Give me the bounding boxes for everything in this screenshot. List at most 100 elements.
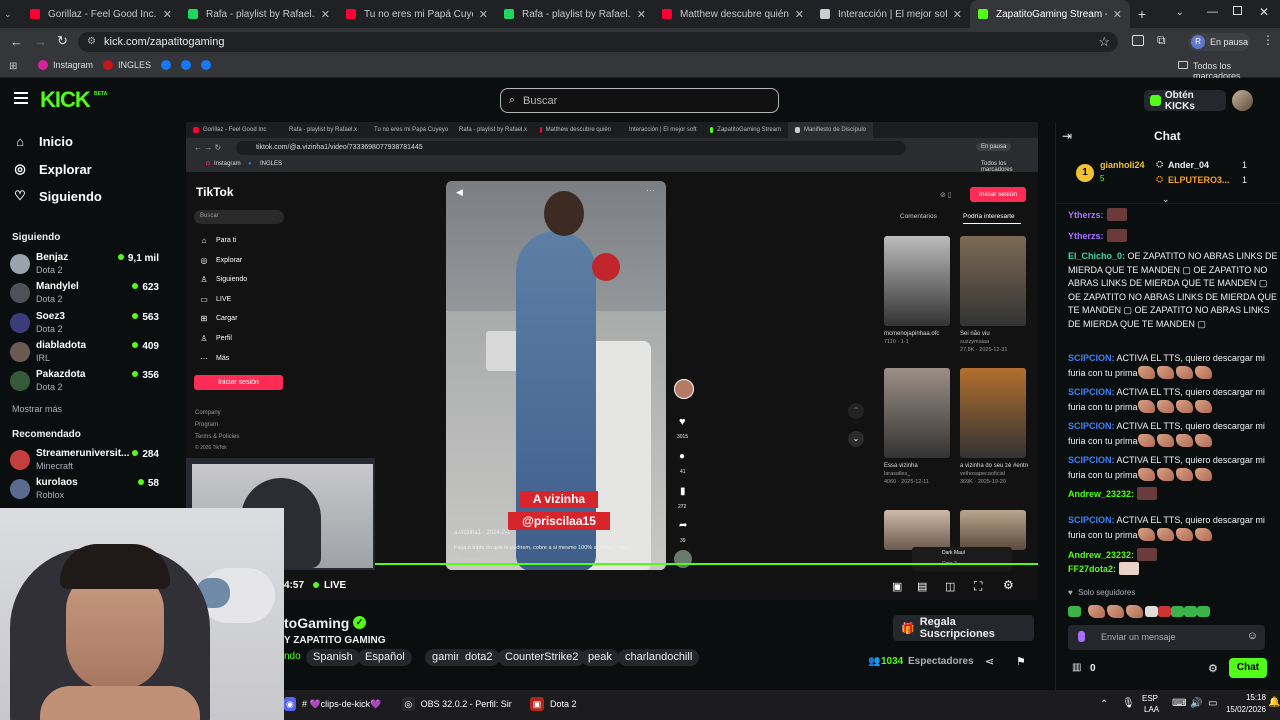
new-tab-plus-icon[interactable]: + <box>1130 6 1154 22</box>
sidebar-channel[interactable]: kurolaos Roblox 58 <box>10 477 159 505</box>
theater-mode-icon[interactable]: ▣ <box>892 580 902 593</box>
emote-icon[interactable] <box>1171 606 1184 617</box>
stream-tag[interactable]: Español <box>358 649 412 666</box>
tab-close-icon[interactable]: ✕ <box>953 8 962 21</box>
show-more-link[interactable]: Mostrar más <box>12 404 62 414</box>
clock-time[interactable]: 15:18 <box>1220 693 1266 702</box>
kick-logo[interactable]: KICK <box>40 87 91 113</box>
sidebar-channel[interactable]: Mandylel Dota 2 623 <box>10 281 159 309</box>
browser-tab[interactable]: Matthew descubre quién tenía ✕ <box>654 0 812 28</box>
tray-chevron-icon[interactable]: ⌃ <box>1100 699 1108 710</box>
browser-tab[interactable]: Interacción | El mejor software ✕ <box>812 0 970 28</box>
reload-icon[interactable]: ↻ <box>57 33 68 49</box>
report-icon[interactable]: ⚑ <box>1016 655 1026 668</box>
back-arrow-icon[interactable]: ← <box>10 34 23 49</box>
sidebar-channel[interactable]: Pakazdota Dota 2 356 <box>10 369 159 397</box>
browser-tab[interactable]: Rafa - playlist by Rafael.xared | Spotif… <box>180 0 338 28</box>
sidebar-channel[interactable]: diabladota IRL 409 <box>10 340 159 368</box>
sidebar-nav-explorar[interactable]: ◎ Explorar <box>12 161 91 177</box>
chat-username[interactable]: SCIPCION: <box>1068 515 1115 525</box>
tab-close-icon[interactable]: ✕ <box>637 8 646 21</box>
emote-icon[interactable] <box>1184 606 1197 617</box>
sidebar-channel[interactable]: Streameruniversit... Minecraft 284 <box>10 448 159 476</box>
sidebar-channel[interactable]: Soez3 Dota 2 563 <box>10 311 159 339</box>
chat-settings-icon[interactable]: ⚙ <box>1208 662 1218 675</box>
network-icon[interactable]: ⌨ <box>1172 698 1186 709</box>
stream-tag[interactable]: Spanish <box>306 649 360 666</box>
sidebar-channel[interactable]: Benjaz Dota 2 9,1 mil <box>10 252 159 280</box>
taskbar-app[interactable]: ▣ Dota 2 <box>530 697 577 711</box>
extensions-puzzle-icon[interactable]: ⧉ <box>1157 33 1166 48</box>
tab-list-chevron-icon[interactable]: ⌄ <box>1176 7 1184 18</box>
keyboard-language[interactable]: ESP <box>1142 694 1158 704</box>
apps-grid-icon[interactable]: ⊞ <box>9 61 17 72</box>
emote-icon[interactable] <box>1158 606 1171 617</box>
browser-tab[interactable]: Gorillaz - Feel Good Inc. - YouTube ✕ <box>22 0 180 28</box>
chat-send-button[interactable]: Chat <box>1229 658 1267 678</box>
clock-date[interactable]: 15/02/2026 <box>1210 705 1266 714</box>
taskbar-app[interactable]: ◉ # 💜clips-de-kick💜 | za <box>284 697 384 711</box>
settings-gear-icon[interactable]: ⚙ <box>1003 578 1014 592</box>
browser-tab[interactable]: Rafa - playlist by Rafael.xared | Spotif… <box>496 0 654 28</box>
forward-arrow-icon[interactable]: → <box>34 34 47 49</box>
collapse-chat-icon[interactable]: ⇥ <box>1062 129 1072 143</box>
profile-paused-chip[interactable]: R En pausa <box>1188 33 1250 51</box>
taskbar-app[interactable]: ◎ OBS 32.0.2 - Perfil: Sin T <box>402 697 512 711</box>
emote-icon[interactable] <box>1107 605 1124 618</box>
share-icon[interactable]: ⋖ <box>985 655 994 668</box>
chat-username[interactable]: Andrew_23232: <box>1068 489 1134 499</box>
chat-input[interactable]: Enviar un mensaje ☺ <box>1068 625 1265 650</box>
points-icon[interactable]: ▥ <box>1072 662 1081 673</box>
tab-close-icon[interactable]: ✕ <box>1113 8 1122 21</box>
gift-subs-button[interactable]: 🎁 Regala Suscripciones <box>893 615 1034 641</box>
hamburger-menu-icon[interactable] <box>14 92 28 104</box>
tab-close-icon[interactable]: ✕ <box>163 8 172 21</box>
stream-tag[interactable]: dota2 <box>458 649 500 666</box>
get-kicks-button[interactable]: Obtén KICKs <box>1144 90 1226 112</box>
stream-tag[interactable]: peak <box>581 649 619 666</box>
emoji-picker-icon[interactable]: ☺ <box>1247 630 1258 642</box>
chat-username[interactable]: SCIPCION: <box>1068 387 1115 397</box>
maximize-icon[interactable] <box>1233 6 1242 15</box>
emote-icon[interactable] <box>1126 605 1143 618</box>
browser-tab[interactable]: ZapatitoGaming Stream - Watch ✕ <box>970 0 1130 28</box>
bookmark-item[interactable] <box>201 60 212 70</box>
picture-in-picture-icon[interactable]: ◫ <box>945 580 955 593</box>
address-bar[interactable]: ⚙ kick.com/zapatitogaming ☆ <box>78 32 1118 52</box>
tab-close-icon[interactable]: ✕ <box>479 8 488 21</box>
tab-close-icon[interactable]: ✕ <box>795 8 804 21</box>
microphone-icon[interactable] <box>1078 631 1085 642</box>
emote-icon[interactable] <box>1068 606 1081 617</box>
user-avatar[interactable] <box>1232 90 1253 111</box>
expand-leaderboard-icon[interactable]: ⌄ <box>1162 194 1170 205</box>
bookmark-star-icon[interactable]: ☆ <box>1098 34 1110 50</box>
browser-tab[interactable]: Tu no eres mi Papá Cuyeyo (CUYEYO) ✕ <box>338 0 496 28</box>
emote-icon[interactable] <box>1197 606 1210 617</box>
notification-bell-icon[interactable]: 🔔 <box>1268 697 1280 708</box>
keyboard-layout[interactable]: LAA <box>1144 705 1159 714</box>
chat-username[interactable]: Ytherzs: <box>1068 231 1104 241</box>
emote-icon[interactable] <box>1145 606 1158 617</box>
bookmark-item[interactable]: Instagram <box>38 60 93 70</box>
tab-search-button[interactable]: ⌄ <box>0 0 22 28</box>
bookmark-item[interactable] <box>161 60 172 70</box>
tab-close-icon[interactable]: ✕ <box>321 8 330 21</box>
sidebar-nav-inicio[interactable]: ⌂ Inicio <box>12 134 73 149</box>
chat-username[interactable]: Andrew_23232: <box>1068 550 1134 560</box>
fullscreen-icon[interactable]: ⛶ <box>974 579 982 594</box>
media-control-icon[interactable] <box>1132 35 1144 46</box>
clip-icon[interactable]: ▤ <box>917 580 927 593</box>
chat-username[interactable]: SCIPCION: <box>1068 421 1115 431</box>
browser-menu-icon[interactable]: ⋮ <box>1262 33 1274 47</box>
chat-username[interactable]: Ytherzs: <box>1068 210 1104 220</box>
stream-tag[interactable]: charlandochill <box>618 649 700 666</box>
close-window-icon[interactable]: ✕ <box>1259 5 1269 19</box>
minimize-icon[interactable]: — <box>1207 6 1218 18</box>
chat-username[interactable]: SCIPCION: <box>1068 455 1115 465</box>
category-link[interactable]: ndo <box>284 651 301 662</box>
volume-icon[interactable]: 🔊 <box>1190 698 1202 709</box>
microphone-tray-icon[interactable]: 🎙 <box>1122 698 1135 709</box>
search-input[interactable]: ⌕ Buscar <box>500 88 779 113</box>
chat-username[interactable]: SCIPCION: <box>1068 353 1115 363</box>
chat-username[interactable]: FF27dota2: <box>1068 564 1116 574</box>
